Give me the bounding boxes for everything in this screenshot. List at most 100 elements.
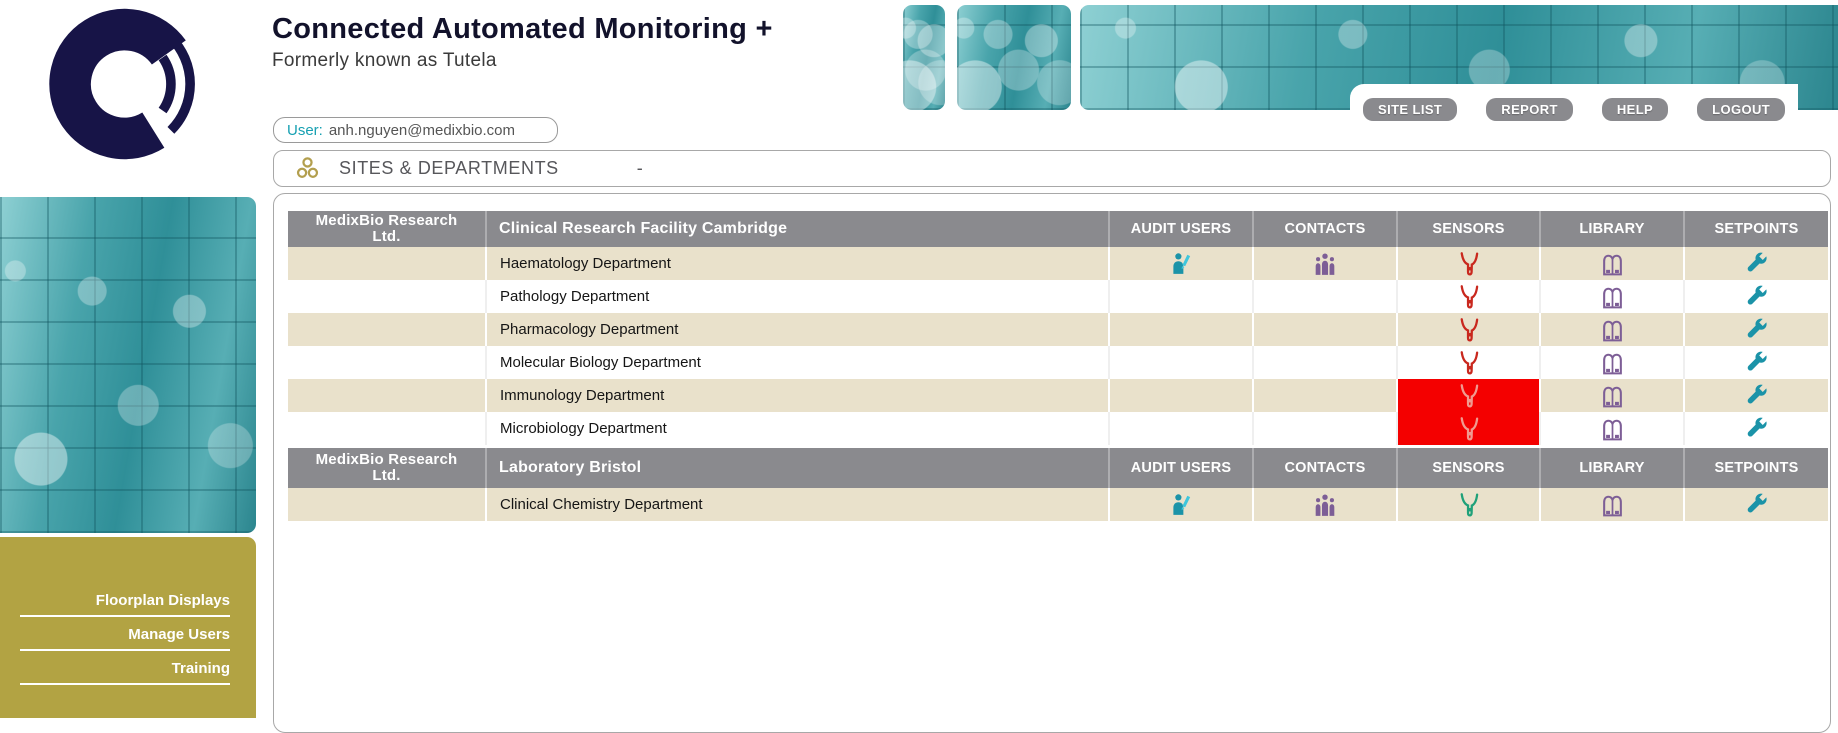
library-icon <box>1599 416 1626 442</box>
site-header-row: MedixBio Research Ltd.Clinical Research … <box>288 211 1828 247</box>
logout-button[interactable]: LOGOUT <box>1697 98 1785 121</box>
contacts-cell <box>1252 346 1396 379</box>
page-subtitle: Formerly known as Tutela <box>272 50 497 72</box>
audit-users-cell <box>1108 280 1252 313</box>
sensors-cell[interactable] <box>1396 247 1539 280</box>
library-button[interactable] <box>1541 280 1683 313</box>
department-name: Microbiology Department <box>485 412 1108 445</box>
contacts-button[interactable] <box>1254 488 1396 521</box>
setpoints-cell[interactable] <box>1683 412 1828 445</box>
column-header-library: LIBRARY <box>1539 448 1683 488</box>
sensors-cell[interactable] <box>1396 379 1539 412</box>
sensors-cell[interactable] <box>1396 412 1539 445</box>
sensor-icon <box>1456 251 1482 277</box>
library-cell[interactable] <box>1539 247 1683 280</box>
audit-users-cell <box>1108 412 1252 445</box>
library-button[interactable] <box>1541 313 1683 346</box>
column-header-sensors: SENSORS <box>1396 448 1539 488</box>
contacts-cell[interactable] <box>1252 247 1396 280</box>
department-row: Immunology Department <box>288 379 1828 412</box>
sensors-button[interactable] <box>1398 488 1539 521</box>
library-cell[interactable] <box>1539 313 1683 346</box>
column-header-audit-users: AUDIT USERS <box>1108 448 1252 488</box>
audit-users-cell[interactable] <box>1108 488 1252 521</box>
setpoints-button[interactable] <box>1685 346 1828 379</box>
library-cell[interactable] <box>1539 346 1683 379</box>
sensor-icon <box>1456 383 1482 409</box>
sidebar-link-manage-users[interactable]: Manage Users <box>20 623 230 651</box>
setpoints-button[interactable] <box>1685 313 1828 346</box>
department-row: Pharmacology Department <box>288 313 1828 346</box>
department-name: Clinical Chemistry Department <box>485 488 1108 521</box>
sensors-cell[interactable] <box>1396 488 1539 521</box>
sensors-cell[interactable] <box>1396 313 1539 346</box>
site-name-header: Clinical Research Facility Cambridge <box>485 211 1108 247</box>
library-button[interactable] <box>1541 488 1683 521</box>
library-cell[interactable] <box>1539 379 1683 412</box>
contacts-cell[interactable] <box>1252 488 1396 521</box>
setpoints-icon <box>1744 383 1769 408</box>
sensor-icon <box>1456 416 1482 442</box>
setpoints-button[interactable] <box>1685 488 1828 521</box>
contacts-button[interactable] <box>1254 247 1396 280</box>
department-row: Haematology Department <box>288 247 1828 280</box>
library-button[interactable] <box>1541 412 1683 445</box>
setpoints-cell[interactable] <box>1683 488 1828 521</box>
column-header-library: LIBRARY <box>1539 211 1683 247</box>
setpoints-cell[interactable] <box>1683 247 1828 280</box>
report-button[interactable]: REPORT <box>1486 98 1573 121</box>
column-header-setpoints: SETPOINTS <box>1683 448 1828 488</box>
sidebar-link-floorplan-displays[interactable]: Floorplan Displays <box>20 589 230 617</box>
sensors-button[interactable] <box>1398 379 1539 412</box>
department-row: Molecular Biology Department <box>288 346 1828 379</box>
setpoints-cell[interactable] <box>1683 346 1828 379</box>
sensors-cell[interactable] <box>1396 346 1539 379</box>
company-spacer-cell <box>288 346 485 379</box>
setpoints-cell[interactable] <box>1683 280 1828 313</box>
department-row: Clinical Chemistry Department <box>288 488 1828 521</box>
setpoints-button[interactable] <box>1685 280 1828 313</box>
nav-button-band: SITE LIST REPORT HELP LOGOUT <box>1350 84 1798 124</box>
library-cell[interactable] <box>1539 280 1683 313</box>
setpoints-cell[interactable] <box>1683 313 1828 346</box>
company-logo <box>43 4 206 164</box>
setpoints-button[interactable] <box>1685 247 1828 280</box>
library-cell[interactable] <box>1539 488 1683 521</box>
audit-users-icon <box>1169 251 1194 276</box>
library-button[interactable] <box>1541 247 1683 280</box>
audit-users-cell <box>1108 379 1252 412</box>
sensors-button[interactable] <box>1398 346 1539 379</box>
sites-departments-table: MedixBio Research Ltd.Clinical Research … <box>288 211 1828 521</box>
sensors-cell[interactable] <box>1396 280 1539 313</box>
library-button[interactable] <box>1541 379 1683 412</box>
column-header-sensors: SENSORS <box>1396 211 1539 247</box>
sensors-button[interactable] <box>1398 280 1539 313</box>
main-content-panel: MedixBio Research Ltd.Clinical Research … <box>273 193 1831 733</box>
library-button[interactable] <box>1541 346 1683 379</box>
setpoints-icon <box>1744 284 1769 309</box>
contacts-cell <box>1252 412 1396 445</box>
contacts-icon <box>1312 251 1338 277</box>
department-name: Pathology Department <box>485 280 1108 313</box>
audit-users-button[interactable] <box>1110 247 1252 280</box>
setpoints-button[interactable] <box>1685 379 1828 412</box>
sensor-icon <box>1456 492 1482 518</box>
sidebar-link-training[interactable]: Training <box>20 657 230 685</box>
sensors-button[interactable] <box>1398 412 1539 445</box>
section-title-suffix: - <box>637 158 643 179</box>
audit-users-cell[interactable] <box>1108 247 1252 280</box>
sidebar-menu: Floorplan Displays Manage Users Training <box>0 537 256 718</box>
audit-users-icon <box>1169 492 1194 517</box>
library-cell[interactable] <box>1539 412 1683 445</box>
site-name-header: Laboratory Bristol <box>485 448 1108 488</box>
audit-users-button[interactable] <box>1110 488 1252 521</box>
setpoints-button[interactable] <box>1685 412 1828 445</box>
sensors-button[interactable] <box>1398 247 1539 280</box>
column-header-contacts: CONTACTS <box>1252 211 1396 247</box>
sensor-icon <box>1456 317 1482 343</box>
setpoints-cell[interactable] <box>1683 379 1828 412</box>
site-list-button[interactable]: SITE LIST <box>1363 98 1457 121</box>
sensors-button[interactable] <box>1398 313 1539 346</box>
sites-departments-bar: SITES & DEPARTMENTS - <box>273 150 1831 187</box>
help-button[interactable]: HELP <box>1602 98 1668 121</box>
